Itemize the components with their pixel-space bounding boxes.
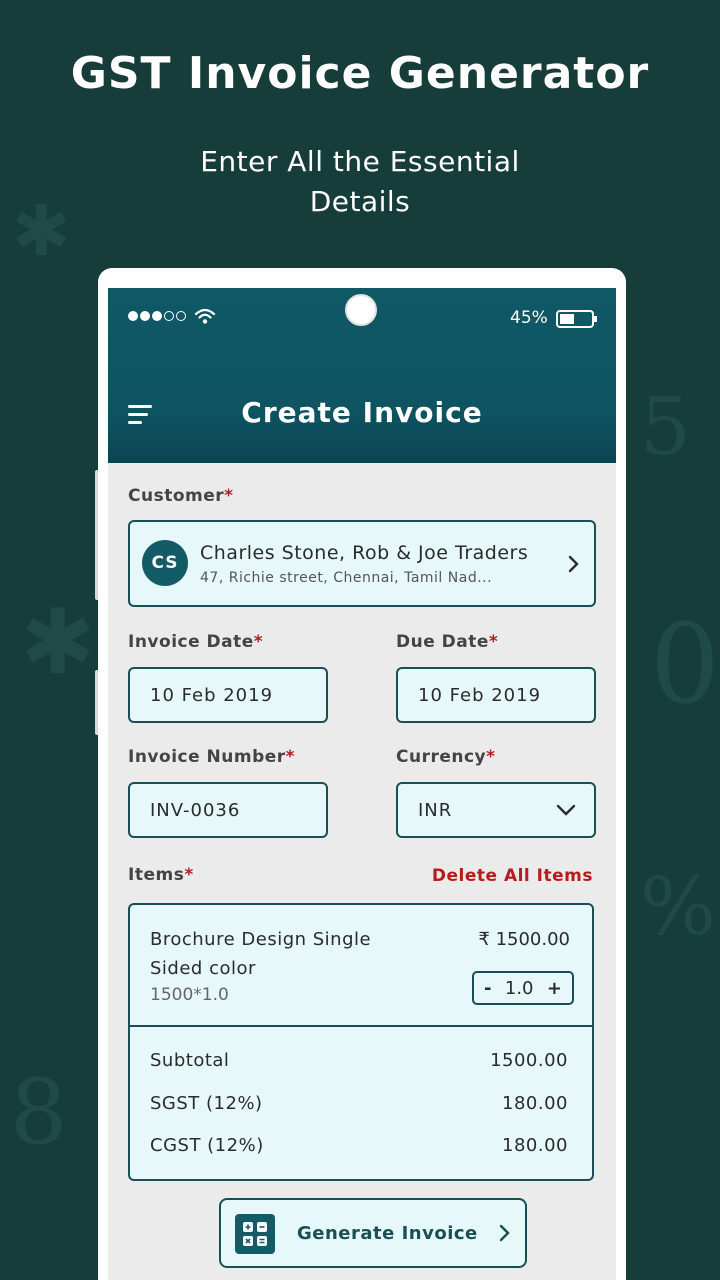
invoice-date-label: Invoice Date* [128,632,264,652]
currency-label: Currency* [396,747,496,767]
generate-invoice-button[interactable]: Generate Invoice [219,1198,527,1268]
cgst-value: 180.00 [502,1135,568,1156]
item-price: ₹ 1500.00 [478,929,570,950]
chevron-right-icon [499,1224,510,1242]
app-bar: 45% Create Invoice [108,288,616,463]
due-date-label: Due Date* [396,632,499,652]
generate-invoice-label: Generate Invoice [297,1223,478,1244]
phone-frame: 45% Create Invoice Customer* CS Charles … [98,268,626,1280]
items-card: Brochure Design Single Sided color 1500*… [128,903,594,1181]
signal-strength-icon [128,311,186,321]
invoice-date-field[interactable]: 10 Feb 2019 [128,667,328,723]
due-date-value: 10 Feb 2019 [418,685,542,706]
customer-avatar: CS [142,540,188,586]
promo-title: GST Invoice Generator [70,48,650,99]
calculator-icon [235,1214,275,1254]
invoice-date-value: 10 Feb 2019 [150,685,274,706]
item-name: Brochure Design Single Sided color [150,929,372,979]
delete-all-items-button[interactable]: Delete All Items [432,866,593,886]
cgst-label: CGST (12%) [150,1135,264,1156]
sgst-label: SGST (12%) [150,1093,263,1114]
quantity-stepper: - 1.0 + [472,971,574,1005]
invoice-number-value: INV-0036 [150,800,241,821]
list-item[interactable]: Brochure Design Single Sided color 1500*… [130,905,592,1027]
invoice-number-field[interactable]: INV-0036 [128,782,328,838]
subtotal-value: 1500.00 [490,1050,568,1071]
currency-value: INR [418,800,453,821]
phone-screen: 45% Create Invoice Customer* CS Charles … [108,288,616,1280]
chevron-right-icon [568,555,579,573]
sgst-value: 180.00 [502,1093,568,1114]
subtotal-label: Subtotal [150,1050,230,1071]
customer-label: Customer* [128,486,234,506]
battery-icon [556,310,597,328]
item-calc: 1500*1.0 [150,985,229,1005]
due-date-field[interactable]: 10 Feb 2019 [396,667,596,723]
chevron-down-icon [556,804,576,816]
battery-percent: 45% [510,308,548,328]
invoice-number-label: Invoice Number* [128,747,296,767]
customer-address: 47, Richie street, Chennai, Tamil Nad... [200,570,493,586]
currency-select[interactable]: INR [396,782,596,838]
customer-name: Charles Stone, Rob & Joe Traders [200,542,529,564]
wifi-icon [194,308,216,324]
promo-subtitle: Enter All the Essential Details [200,145,520,218]
page-title: Create Invoice [241,396,483,429]
items-label: Items* [128,865,194,885]
camera-icon [345,294,377,326]
customer-selector[interactable]: CS Charles Stone, Rob & Joe Traders 47, … [128,520,596,607]
decrement-button[interactable]: - [484,978,491,999]
quantity-value: 1.0 [504,977,534,999]
increment-button[interactable]: + [547,978,562,999]
